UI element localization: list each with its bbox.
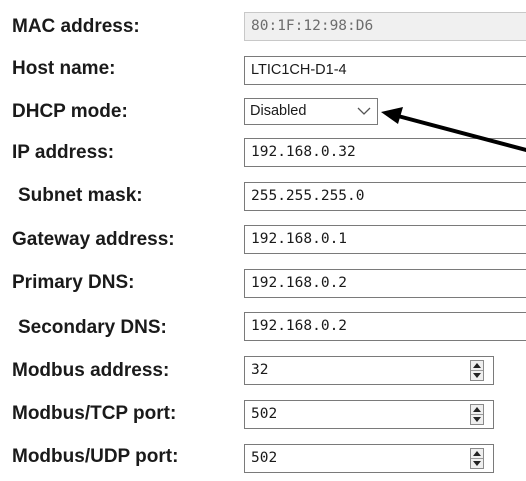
arrow-annotation bbox=[381, 107, 526, 152]
